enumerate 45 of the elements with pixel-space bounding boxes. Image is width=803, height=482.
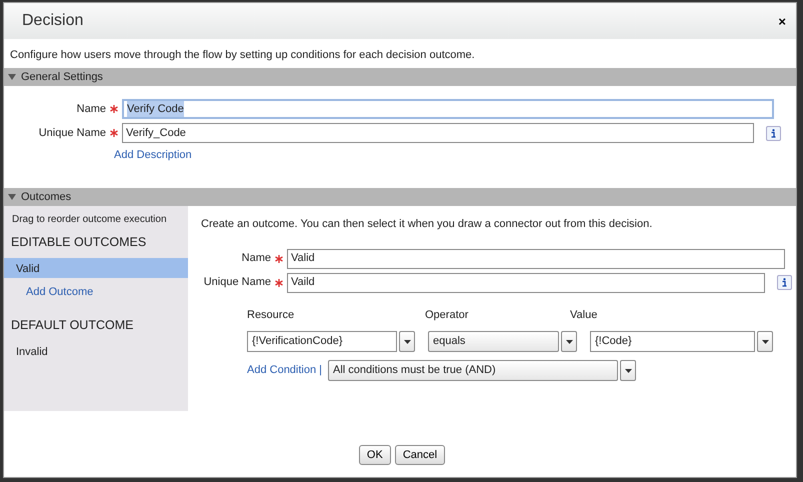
info-icon[interactable] [766, 126, 781, 140]
field-label: Name [240, 251, 271, 266]
add-outcome-link[interactable]: Add Outcome [26, 284, 94, 300]
field-label: Name [76, 102, 106, 117]
combo-field[interactable]: {!Code} [590, 331, 755, 352]
add-description-link[interactable]: Add Description [114, 149, 192, 161]
logic-dropdown[interactable]: All conditions must be true (AND) [328, 360, 618, 381]
section-heading: EDITABLE OUTCOMES [10, 234, 148, 251]
info-icon[interactable] [777, 275, 792, 290]
dropdown-button[interactable] [561, 331, 577, 352]
outcome-item[interactable]: Invalid [4, 341, 188, 361]
column-header: Resource [247, 308, 296, 322]
section-title: Outcomes [21, 190, 72, 205]
column-header: Operator [425, 308, 470, 322]
section-title: General Settings [21, 70, 103, 85]
input-field[interactable]: Valid [287, 248, 785, 268]
input-field[interactable]: Verify_Code [122, 123, 754, 143]
column-header: Value [570, 308, 598, 322]
add-condition-link[interactable]: Add Condition | [247, 362, 322, 379]
dialog-button[interactable]: OK [358, 445, 391, 465]
input-field[interactable]: Verify Code [122, 99, 774, 119]
combo-field[interactable]: {!VerificationCode} [247, 331, 397, 352]
collapse-triangle-icon [8, 193, 16, 201]
operator-dropdown[interactable]: equals [428, 331, 559, 352]
caret-icon [566, 340, 572, 344]
section-heading: DEFAULT OUTCOME [10, 317, 134, 334]
section-header[interactable]: Outcomes [4, 188, 796, 206]
caret-icon [762, 340, 768, 344]
dialog-button[interactable]: Cancel [394, 445, 446, 465]
close-button[interactable]: × [778, 14, 786, 28]
field-label: Unique Name [202, 275, 271, 290]
hint-text: Drag to reorder outcome execution [11, 213, 168, 227]
outcome-item[interactable]: Valid [4, 258, 188, 278]
caret-icon [404, 340, 410, 344]
input-field[interactable]: Vaild [287, 272, 765, 292]
section-header[interactable]: General Settings [4, 68, 796, 86]
dropdown-button[interactable] [620, 360, 636, 381]
window-title: Decision [22, 11, 84, 31]
dropdown-button[interactable] [757, 331, 773, 352]
intro-text: Create an outcome. You can then select it when you draw a connector out from this decision. [201, 217, 654, 232]
dropdown-button[interactable] [399, 331, 415, 352]
description-text: Configure how users move through the flow by setting up conditions for each decision outcome. [9, 48, 476, 63]
caret-icon [624, 368, 632, 372]
field-label: Unique Name [38, 126, 106, 141]
collapse-triangle-icon [8, 73, 16, 81]
